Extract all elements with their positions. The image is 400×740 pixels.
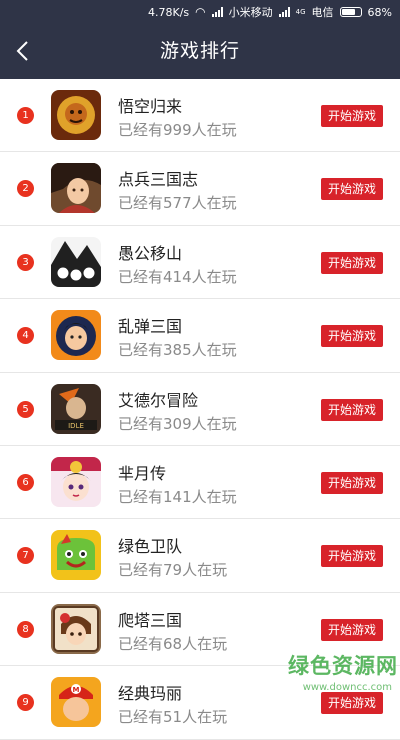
player-count: 已经有577人在玩 (118, 194, 237, 213)
list-item[interactable]: 4 乱弹三国 已经有385人在玩 开始游戏 (0, 299, 400, 373)
player-count: 已经有51人在玩 (118, 708, 228, 727)
rank-badge: 9 (17, 694, 34, 712)
svg-text:M: M (73, 686, 80, 694)
player-count: 已经有999人在玩 (118, 121, 237, 139)
game-name: 点兵三国志 (118, 170, 199, 190)
start-game-button[interactable]: 开始游戏 (321, 618, 383, 641)
game-name: 悟空归来 (118, 97, 183, 116)
player-count: 已经有414人在玩 (118, 267, 237, 286)
list-item[interactable]: 6 芈月传 已经有141人在玩 开始游戏 (0, 446, 400, 520)
carrier-primary: 小米移动 (228, 6, 273, 19)
game-icon-yugong (51, 236, 101, 287)
status-bar: 4.78K/s ◠ 小米移动 4G 电信 68% (0, 0, 400, 24)
start-game-button[interactable]: 开始游戏 (321, 398, 383, 421)
game-icon-idle-adventure: IDLE (51, 383, 101, 434)
network-speed: 4.78K/s (148, 5, 190, 19)
carrier-secondary: 电信 (311, 6, 334, 19)
battery-icon (339, 7, 362, 17)
rank-badge: 1 (17, 107, 34, 124)
list-item[interactable]: 5 IDLE 艾德尔冒险 已经有309人在玩 开始游戏 (0, 373, 400, 446)
list-item[interactable]: 2 点兵三国志 已经有577人在玩 开始游戏 (0, 152, 400, 226)
list-item[interactable]: 1 悟空归来 已经有999人在玩 开始游戏 (0, 79, 400, 153)
player-count: 已经有141人在玩 (118, 487, 237, 506)
player-count: 已经有79人在玩 (118, 561, 228, 580)
game-ranking-list: 1 悟空归来 已经有999人在玩 开始游戏 2 点兵三国志 已经有577人在玩 … (0, 79, 400, 740)
nav-bar: 游戏排行 (0, 24, 400, 79)
game-name: 芈月传 (118, 463, 167, 483)
start-game-button[interactable]: 开始游戏 (321, 471, 383, 494)
game-icon-miyuezhuan (51, 456, 101, 507)
page-title: 游戏排行 (159, 40, 240, 62)
game-icon-dianbing (51, 163, 101, 214)
list-item[interactable]: 9 M 经典玛丽 已经有51人在玩 开始游戏 (0, 666, 400, 740)
list-item[interactable]: 8 爬塔三国 已经有68人在玩 开始游戏 (0, 593, 400, 667)
game-icon-luandan (51, 310, 101, 361)
rank-badge: 8 (17, 620, 34, 638)
rank-badge: 3 (17, 253, 34, 271)
rank-badge: 2 (17, 180, 34, 198)
signal-icon-secondary (278, 7, 290, 17)
rank-badge: 4 (17, 327, 34, 345)
rank-badge: 7 (17, 547, 34, 565)
signal-icon (211, 7, 223, 17)
svg-text:IDLE: IDLE (68, 422, 84, 430)
start-game-button[interactable]: 开始游戏 (321, 105, 383, 127)
list-item[interactable]: 3 愚公移山 已经有414人在玩 开始游戏 (0, 226, 400, 300)
player-count: 已经有309人在玩 (118, 414, 237, 433)
player-count: 已经有68人在玩 (118, 634, 228, 653)
game-icon-wukong (51, 90, 101, 140)
game-name: 愚公移山 (118, 243, 183, 263)
game-icon-mario: M (51, 677, 101, 728)
start-game-button[interactable]: 开始游戏 (321, 178, 383, 201)
start-game-button[interactable]: 开始游戏 (321, 545, 383, 568)
network-type-tag: 4G (295, 8, 306, 16)
wifi-icon: ◠ (195, 5, 206, 19)
game-name: 艾德尔冒险 (118, 390, 199, 410)
game-name: 乱弹三国 (118, 317, 183, 337)
game-name: 绿色卫队 (118, 537, 183, 557)
rank-badge: 6 (17, 473, 34, 491)
game-name: 爬塔三国 (118, 610, 183, 630)
game-icon-pata (51, 603, 101, 654)
start-game-button[interactable]: 开始游戏 (321, 325, 383, 348)
rank-badge: 5 (17, 400, 34, 418)
list-item[interactable]: 7 绿色卫队 已经有79人在玩 开始游戏 (0, 519, 400, 593)
game-name: 经典玛丽 (118, 684, 183, 704)
battery-percent: 68% (367, 5, 392, 19)
start-game-button[interactable]: 开始游戏 (321, 251, 383, 274)
game-icon-green-guard (51, 530, 101, 581)
player-count: 已经有385人在玩 (118, 341, 237, 360)
